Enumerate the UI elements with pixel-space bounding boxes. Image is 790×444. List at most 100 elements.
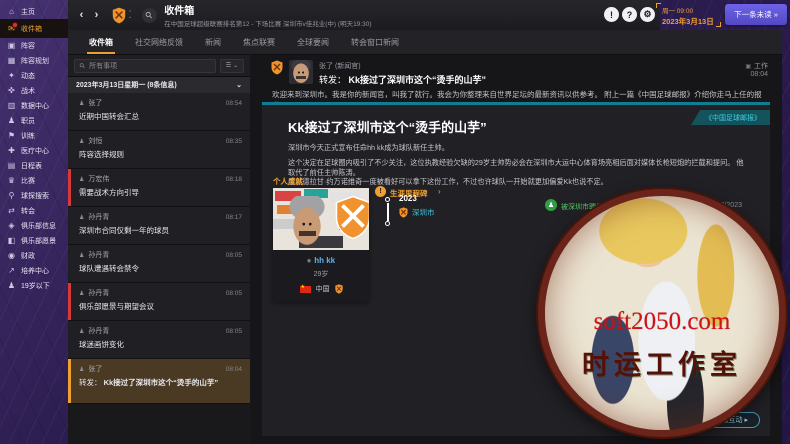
trophy-icon: ♛ bbox=[7, 177, 16, 185]
inbox-group-header[interactable]: 2023年3月13日星期一 (8条信息)⌄ bbox=[68, 77, 250, 93]
category-label: 工作 bbox=[754, 61, 768, 71]
sidebar-item-scouting[interactable]: ⚲球探搜索 bbox=[0, 188, 68, 203]
view-options-button[interactable]: ☰⌄ bbox=[220, 59, 244, 73]
manager-info: ◉hh kk 29岁 中国 bbox=[273, 250, 369, 302]
sidebar-item-label: 阵容规划 bbox=[21, 56, 49, 66]
search-icon: ⚲ bbox=[78, 61, 87, 70]
sidebar-item-schedule[interactable]: ▤日程表 bbox=[0, 158, 68, 173]
person-icon: ♟ bbox=[79, 176, 84, 183]
item-time: 08:54 bbox=[226, 100, 242, 107]
tab-featured-leagues[interactable]: 焦点联赛 bbox=[232, 30, 286, 54]
sidebar-item-squad[interactable]: ▣ 阵容 bbox=[0, 38, 68, 53]
youth-icon: ♟ bbox=[7, 282, 16, 290]
sidebar-item-label: 战术 bbox=[21, 86, 35, 96]
coin-icon: ◉ bbox=[7, 252, 16, 260]
item-time: 08:05 bbox=[226, 328, 242, 335]
sidebar-item-data-hub[interactable]: ▥数据中心 bbox=[0, 98, 68, 113]
inbox-item-selected[interactable]: ♟张了08:04转发： Kk接过了深圳市这个“烫手的山芋” bbox=[68, 359, 250, 404]
sidebar-item-label: 球探搜索 bbox=[21, 191, 49, 201]
item-subject-prefix: 转发： bbox=[79, 378, 104, 387]
club-switcher[interactable]: ⌃⌄ bbox=[128, 11, 132, 19]
chevron-down-icon: ⌄ bbox=[128, 15, 132, 19]
search-icon[interactable]: ⚲ bbox=[142, 8, 157, 23]
item-subject: 俱乐部愿景与期望会议 bbox=[79, 302, 242, 312]
sender-avatar[interactable] bbox=[289, 60, 313, 84]
settings-gear-icon[interactable]: ⚙ bbox=[640, 7, 655, 22]
tab-inbox[interactable]: 收件箱 bbox=[78, 30, 124, 54]
sidebar-item-inbox[interactable]: ✉收件箱 bbox=[0, 19, 68, 38]
manager-age: 29岁 bbox=[273, 269, 369, 279]
planner-icon: ▦ bbox=[7, 57, 16, 65]
sidebar-item-label: 阵容 bbox=[21, 41, 35, 51]
item-time: 08:17 bbox=[226, 214, 242, 221]
person-icon: ♟ bbox=[79, 328, 84, 335]
item-subject: 需要战术方向引导 bbox=[79, 188, 242, 198]
inbox-item[interactable]: ♟孙丹青08:05俱乐部愿景与期望会议 bbox=[68, 283, 250, 321]
growth-arrow-icon: ↗ bbox=[7, 267, 16, 275]
magnifier-glyph: ⚲ bbox=[143, 9, 155, 21]
next-unread-button[interactable]: 下一条未读 » bbox=[725, 4, 787, 25]
club-badge[interactable]: ⌃⌄ bbox=[112, 7, 132, 24]
milestone-club-link[interactable]: 深圳市 bbox=[399, 207, 435, 218]
chevron-right-icon: › bbox=[438, 187, 441, 196]
sidebar-item-medical-centre[interactable]: ✚医疗中心 bbox=[0, 143, 68, 158]
top-bar: ‹ › ⌃⌄ ⚲ 收件箱 在中国足球超级联赛排名第12 - 下场比赛 深圳市v佳… bbox=[68, 0, 660, 30]
inbox-item[interactable]: ♟孙丹青08:05球迷画饼变化 bbox=[68, 321, 250, 359]
sidebar-item-label: 主页 bbox=[21, 7, 35, 17]
tab-label: 焦点联赛 bbox=[243, 37, 275, 48]
sidebar-item-transfers[interactable]: ⇄转会 bbox=[0, 203, 68, 218]
chevron-down-icon: ⌄ bbox=[233, 62, 238, 69]
inbox-filter-input[interactable]: ⚲所有事项 bbox=[74, 59, 216, 73]
sidebar-item-training[interactable]: ⚑训练 bbox=[0, 128, 68, 143]
person-icon: ♟ bbox=[79, 252, 84, 259]
game-date-text: 2023年3月13日 bbox=[662, 16, 720, 27]
tab-world-news[interactable]: 全球要闻 bbox=[286, 30, 340, 54]
item-sender: 张了 bbox=[88, 98, 102, 108]
manager-name[interactable]: hh kk bbox=[314, 256, 335, 265]
back-button[interactable]: ‹ bbox=[74, 9, 89, 21]
sidebar-item-dynamics[interactable]: ✦动态 bbox=[0, 68, 68, 83]
sidebar-item-under-19s[interactable]: ♟19岁以下 bbox=[0, 278, 68, 293]
sidebar-item-club-info[interactable]: ◈俱乐部信息 bbox=[0, 218, 68, 233]
sidebar-item-label: 医疗中心 bbox=[21, 146, 49, 156]
watermark-url: soft2050.com bbox=[566, 308, 758, 336]
tab-news[interactable]: 新闻 bbox=[194, 30, 232, 54]
inbox-filter-bar: ⚲所有事项 ☰⌄ bbox=[68, 55, 250, 77]
sidebar-item-staff[interactable]: ♟职员 bbox=[0, 113, 68, 128]
game-clock: 周一 09:00 bbox=[662, 5, 720, 15]
timeline-dot bbox=[385, 221, 390, 226]
sidebar-item-home[interactable]: ⌂主页 bbox=[0, 4, 68, 19]
tab-transfer-window-news[interactable]: 转会窗口新闻 bbox=[340, 30, 410, 54]
sidebar-item-tactics[interactable]: ✜战术 bbox=[0, 83, 68, 98]
sidebar-item-club-vision[interactable]: ◧俱乐部愿景 bbox=[0, 233, 68, 248]
china-flag-icon bbox=[300, 286, 311, 293]
help-icon[interactable]: ? bbox=[622, 7, 637, 22]
tab-label: 新闻 bbox=[205, 37, 221, 48]
sender-block: 张了 (新闻官) 转发： Kk接过了深圳市这个“烫手的山芋” bbox=[319, 60, 486, 86]
training-icon: ⚑ bbox=[7, 132, 16, 140]
inbox-item[interactable]: ♟刘恒08:35阵容选择规则 bbox=[68, 131, 250, 169]
forward-button[interactable]: › bbox=[89, 9, 104, 21]
sidebar-item-label: 职员 bbox=[21, 116, 35, 126]
page-title: 收件箱 bbox=[164, 2, 371, 17]
inbox-item[interactable]: ♟张了08:54近期中国转会汇总 bbox=[68, 93, 250, 131]
sidebar-item-development-centre[interactable]: ↗培养中心 bbox=[0, 263, 68, 278]
hint-icon[interactable]: ! bbox=[604, 7, 619, 22]
message-header: 张了 (新闻官) 转发： Kk接过了深圳市这个“烫手的山芋” bbox=[271, 60, 486, 86]
manager-profile-card[interactable]: ◉hh kk 29岁 中国 bbox=[273, 188, 369, 302]
inbox-item[interactable]: ♟孙丹青08:17深圳市合同仅剩一年的球员 bbox=[68, 207, 250, 245]
chevron-down-icon: ⌄ bbox=[236, 81, 242, 89]
item-subject: 球队遭遇转会禁令 bbox=[79, 264, 242, 274]
sidebar-item-finances[interactable]: ◉财政 bbox=[0, 248, 68, 263]
inbox-tab-bar: 收件箱 社交网络反馈 新闻 焦点联赛 全球要闻 转会窗口新闻 bbox=[68, 30, 782, 55]
person-icon: ♟ bbox=[79, 366, 84, 373]
shirt-icon: ▣ bbox=[7, 42, 16, 50]
sidebar-item-matches[interactable]: ♛比赛 bbox=[0, 173, 68, 188]
tab-label: 收件箱 bbox=[89, 37, 113, 48]
item-sender: 孙丹青 bbox=[88, 250, 109, 260]
item-time: 08:18 bbox=[226, 176, 242, 183]
tab-social-feedback[interactable]: 社交网络反馈 bbox=[124, 30, 194, 54]
sidebar-item-squad-planner[interactable]: ▦ 阵容规划 bbox=[0, 53, 68, 68]
inbox-item[interactable]: ♟孙丹青08:05球队遭遇转会禁令 bbox=[68, 245, 250, 283]
inbox-item[interactable]: ♟万宏伟08:18需要战术方向引导 bbox=[68, 169, 250, 207]
